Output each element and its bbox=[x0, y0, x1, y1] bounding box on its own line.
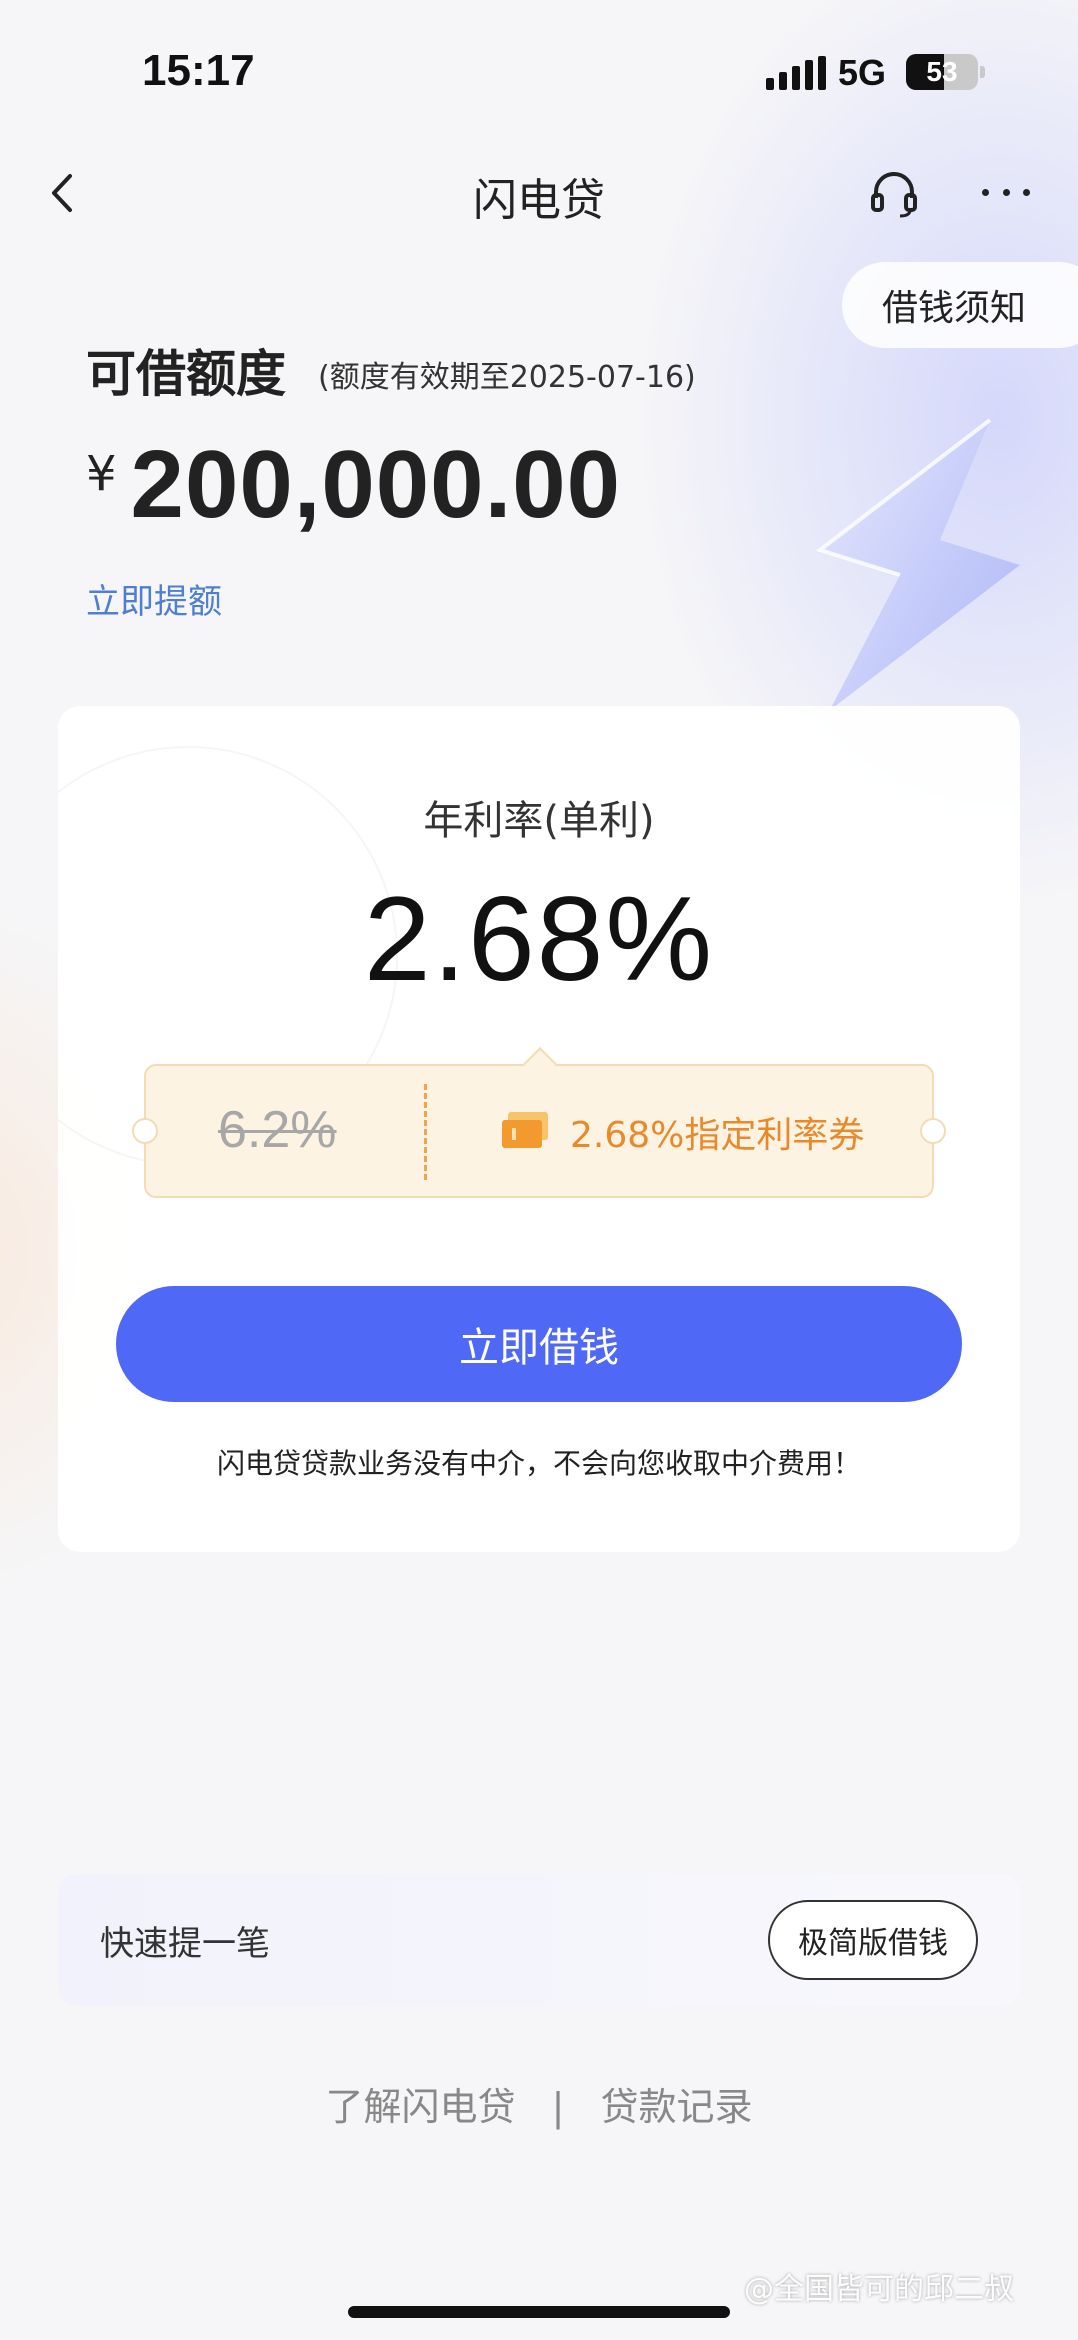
headset-icon[interactable] bbox=[866, 166, 922, 222]
watermark: @全国皆可的邱二叔 bbox=[744, 2272, 1014, 2307]
coupon-notch bbox=[920, 1118, 946, 1144]
credit-amount: ¥ 200,000.00 bbox=[86, 430, 621, 540]
nav-bar: 闪电贷 bbox=[0, 150, 1078, 240]
battery-level: 53 bbox=[926, 56, 958, 87]
quick-borrow-label: 快速提一笔 bbox=[100, 1924, 270, 1964]
credit-title: 可借额度 bbox=[86, 345, 286, 403]
rate-card: 年利率(单利) 2.68% 6.2% 2.68%指定利率券 立即借钱 闪电贷贷款… bbox=[58, 706, 1020, 1552]
coupon-text: 2.68%指定利率券 bbox=[570, 1115, 865, 1156]
footer-links: 了解闪电贷 | 贷款记录 bbox=[0, 2076, 1078, 2131]
original-rate: 6.2% bbox=[218, 1101, 337, 1159]
loan-records-link[interactable]: 贷款记录 bbox=[601, 2076, 753, 2131]
rate-label: 年利率(单利) bbox=[423, 798, 655, 844]
battery-icon: 53 bbox=[906, 54, 978, 90]
status-bar: 15:17 5G 53 bbox=[0, 0, 1078, 140]
footer-separator: | bbox=[551, 2085, 565, 2129]
home-indicator[interactable] bbox=[348, 2306, 730, 2318]
loan-notice-button[interactable]: 借钱须知 bbox=[842, 262, 1078, 348]
rate-coupon[interactable]: 6.2% 2.68%指定利率券 bbox=[132, 1047, 946, 1198]
screen: 15:17 5G 53 闪电贷 借钱须知 可借额度 (额度有效期至2025-07… bbox=[0, 0, 1078, 2340]
battery-tip bbox=[980, 66, 985, 78]
coupon-notch bbox=[523, 1047, 557, 1081]
network-label: 5G bbox=[838, 52, 887, 93]
coupon-notch bbox=[132, 1118, 158, 1144]
quick-borrow-bar: 快速提一笔 极简版借钱 bbox=[58, 1874, 1020, 2006]
signal-icon bbox=[766, 56, 826, 90]
more-icon[interactable] bbox=[976, 164, 1036, 220]
amount-value: 200,000.00 bbox=[130, 431, 622, 538]
simple-borrow-button[interactable]: 极简版借钱 bbox=[768, 1900, 978, 1980]
about-loan-link[interactable]: 了解闪电贷 bbox=[325, 2076, 515, 2131]
ticket-icon bbox=[500, 1108, 550, 1152]
borrow-now-button[interactable]: 立即借钱 bbox=[116, 1286, 962, 1402]
status-time: 15:17 bbox=[142, 46, 255, 95]
rate-value: 2.68% bbox=[363, 872, 715, 1006]
disclaimer-text: 闪电贷贷款业务没有中介，不会向您收取中介费用！ bbox=[216, 1447, 861, 1480]
coupon-divider bbox=[424, 1084, 427, 1180]
raise-limit-link[interactable]: 立即提额 bbox=[86, 574, 222, 623]
lightning-bolt-icon bbox=[790, 400, 1050, 720]
currency-symbol: ¥ bbox=[86, 446, 117, 502]
credit-validity: (额度有效期至2025-07-16) bbox=[318, 360, 696, 395]
